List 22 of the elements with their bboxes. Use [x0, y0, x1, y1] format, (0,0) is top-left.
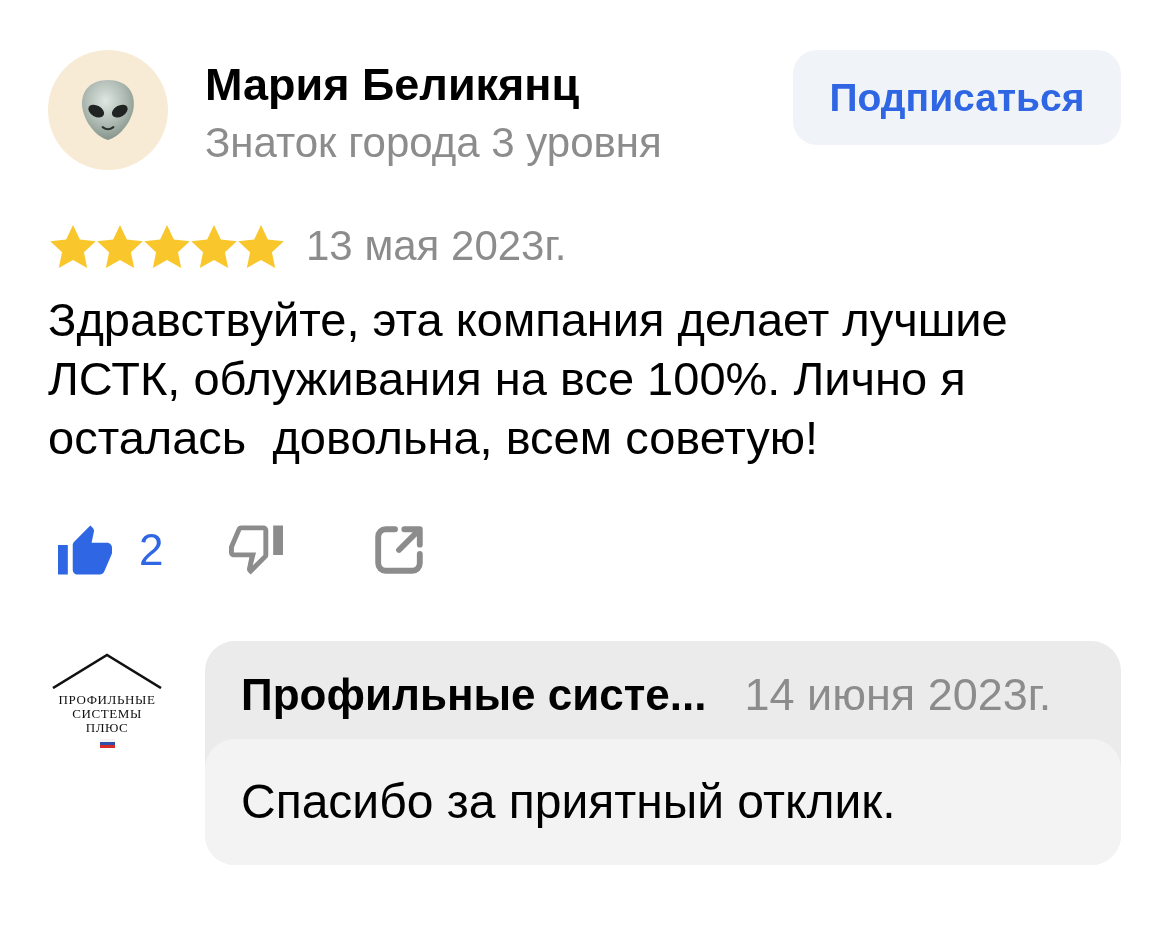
star-icon	[50, 224, 96, 268]
subscribe-button[interactable]: Подписаться	[793, 50, 1121, 145]
star-icon	[238, 224, 284, 268]
roof-icon	[51, 653, 163, 689]
flag-icon	[99, 739, 115, 748]
alien-icon	[80, 79, 136, 141]
review-date: 13 мая 2023г.	[306, 222, 567, 270]
star-icon	[144, 224, 190, 268]
star-icon	[191, 224, 237, 268]
reply-text: Спасибо за приятный отклик.	[205, 739, 1121, 865]
share-button[interactable]	[375, 526, 424, 574]
dislike-button[interactable]	[229, 525, 284, 575]
logo-text: ПРОФИЛЬНЫЕ	[58, 693, 156, 707]
reply-date: 14 июня 2023г.	[744, 668, 1052, 722]
logo-text: СИСТЕМЫ	[72, 707, 142, 721]
review-text: Здравствуйте, эта компания делает лучшие ЛСТК, облуживания на все 100%. Лично я осталась довольна, всем советую!	[48, 292, 1009, 466]
star-icon	[97, 224, 143, 268]
author-level: Знаток города 3 уровня	[205, 118, 662, 168]
like-button[interactable]: 2	[58, 525, 164, 575]
author-name: Мария Беликянц	[205, 58, 581, 112]
logo-text: ПЛЮС	[85, 721, 129, 735]
reply-author: Профильные систе...	[241, 669, 707, 721]
